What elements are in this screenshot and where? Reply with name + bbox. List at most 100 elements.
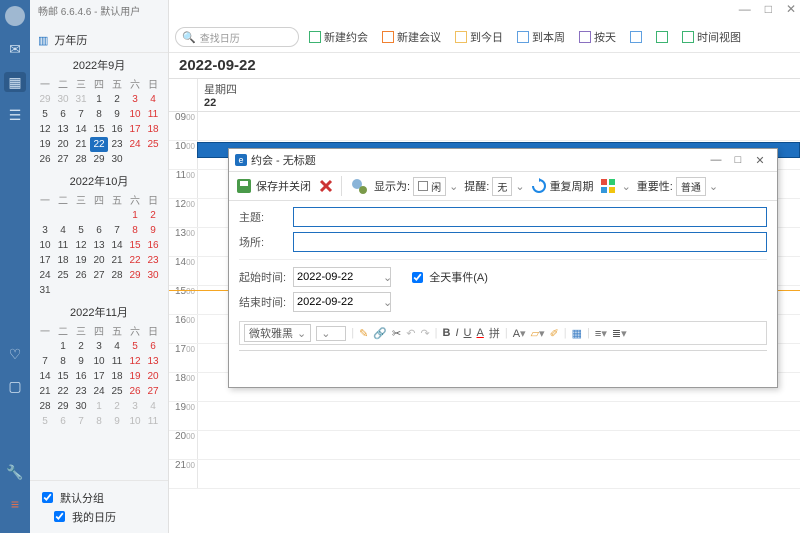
calendar-day[interactable] — [144, 283, 162, 298]
undo-icon[interactable]: ↶ — [406, 327, 415, 340]
calendar-day[interactable]: 20 — [54, 137, 72, 152]
calendar-day[interactable]: 24 — [36, 268, 54, 283]
calendar-day[interactable]: 7 — [36, 354, 54, 369]
calendar-day[interactable]: 6 — [54, 107, 72, 122]
calendar-day[interactable]: 28 — [36, 399, 54, 414]
calendar-day[interactable]: 17 — [90, 369, 108, 384]
calendar-day[interactable]: 31 — [36, 283, 54, 298]
recurrence-button[interactable]: 重复周期 — [531, 178, 594, 194]
view-icon-1[interactable] — [626, 31, 646, 43]
start-date-input[interactable] — [293, 267, 391, 287]
calendar-day[interactable]: 1 — [90, 92, 108, 107]
calendar-day[interactable]: 14 — [108, 238, 126, 253]
search-input[interactable]: 🔍 查找日历 — [175, 27, 299, 47]
calendar-day[interactable]: 18 — [144, 122, 162, 137]
group-mycal[interactable]: 我的日历 — [38, 508, 160, 525]
font-select[interactable]: 微软雅黑 ⌄ — [244, 324, 311, 342]
calendar-day[interactable]: 6 — [144, 339, 162, 354]
window-close[interactable]: ✕ — [786, 2, 796, 16]
calendar-day[interactable]: 20 — [90, 253, 108, 268]
clear-format-button[interactable]: ✐ — [550, 327, 559, 340]
calendar-day[interactable]: 26 — [72, 268, 90, 283]
calendar-day[interactable]: 9 — [144, 223, 162, 238]
calendar-day[interactable]: 3 — [36, 223, 54, 238]
dropdown-icon[interactable]: ⌄ — [383, 271, 392, 284]
calendar-day[interactable]: 9 — [108, 107, 126, 122]
calendar-day[interactable]: 28 — [72, 152, 90, 167]
calendar-day[interactable] — [126, 152, 144, 167]
calendar-day[interactable]: 28 — [108, 268, 126, 283]
avatar-icon[interactable] — [5, 6, 25, 26]
calendar-day[interactable]: 18 — [108, 369, 126, 384]
calendar-day[interactable]: 10 — [126, 414, 144, 429]
by-day-button[interactable]: 按天 — [575, 29, 620, 45]
calendar-day[interactable]: 24 — [126, 137, 144, 152]
dropdown-icon[interactable]: ⌄ — [383, 296, 392, 309]
calendar-day[interactable]: 4 — [144, 92, 162, 107]
dropdown-icon[interactable]: ⌄ — [449, 180, 458, 193]
calendar-day[interactable]: 22 — [126, 253, 144, 268]
window-min[interactable]: — — [739, 2, 751, 16]
editor-body[interactable] — [239, 350, 767, 351]
bulb-icon[interactable]: ♡ — [6, 345, 24, 363]
calendar-day[interactable]: 11 — [144, 107, 162, 122]
brush-icon[interactable]: ✎ — [359, 327, 368, 340]
calendar-day[interactable]: 15 — [90, 122, 108, 137]
calendar-day[interactable]: 12 — [72, 238, 90, 253]
align-button[interactable]: ≡▾ — [595, 327, 607, 340]
calendar-day[interactable] — [36, 208, 54, 223]
calendar-day[interactable]: 27 — [54, 152, 72, 167]
time-view-button[interactable]: 时间视图 — [678, 29, 745, 45]
calendar-day[interactable]: 25 — [54, 268, 72, 283]
delete-icon[interactable] — [317, 177, 335, 195]
calendar-day[interactable]: 9 — [72, 354, 90, 369]
calendar-day[interactable]: 14 — [36, 369, 54, 384]
grid-icon[interactable]: ▢ — [6, 377, 24, 395]
all-day-checkbox[interactable]: 全天事件(A) — [408, 269, 488, 286]
calendar-day[interactable] — [144, 152, 162, 167]
calendar-day[interactable]: 24 — [90, 384, 108, 399]
mail-icon[interactable]: ✉ — [6, 40, 24, 58]
calendar-day[interactable]: 15 — [54, 369, 72, 384]
calendar-day[interactable] — [108, 283, 126, 298]
group-default-check[interactable] — [42, 492, 53, 503]
calendar-day[interactable]: 11 — [54, 238, 72, 253]
calendar-day[interactable] — [90, 208, 108, 223]
calendar-day[interactable]: 9 — [108, 414, 126, 429]
calendar-day[interactable]: 5 — [36, 107, 54, 122]
window-max[interactable]: □ — [765, 2, 772, 16]
calendar-day[interactable]: 11 — [108, 354, 126, 369]
calendar-day[interactable]: 8 — [90, 107, 108, 122]
time-slot[interactable] — [198, 460, 800, 488]
calendar-day[interactable]: 11 — [144, 414, 162, 429]
view-icon-2[interactable] — [652, 31, 672, 43]
calendar-day[interactable]: 7 — [72, 414, 90, 429]
calendar-day[interactable]: 19 — [72, 253, 90, 268]
calendar-day[interactable]: 2 — [108, 399, 126, 414]
calendar-day[interactable]: 23 — [108, 137, 126, 152]
dialog-close[interactable]: ✕ — [749, 154, 771, 167]
calendar-day[interactable]: 23 — [144, 253, 162, 268]
calendar-day[interactable]: 3 — [90, 339, 108, 354]
calendar-day[interactable]: 12 — [36, 122, 54, 137]
calendar-day[interactable]: 20 — [144, 369, 162, 384]
location-input[interactable] — [293, 232, 767, 252]
calendar-day[interactable]: 21 — [36, 384, 54, 399]
calendar-day[interactable]: 3 — [126, 92, 144, 107]
attach-icon[interactable]: 🔗 — [373, 327, 387, 340]
calendar-day[interactable]: 8 — [126, 223, 144, 238]
calendar-day[interactable]: 6 — [54, 414, 72, 429]
category-icon[interactable] — [600, 178, 616, 194]
calendar-day[interactable]: 26 — [36, 152, 54, 167]
calendar-day[interactable] — [36, 339, 54, 354]
show-as-select[interactable]: 闲 — [413, 177, 446, 196]
calendar-day[interactable]: 13 — [144, 354, 162, 369]
calendar-day[interactable]: 30 — [72, 399, 90, 414]
calendar-day[interactable]: 31 — [72, 92, 90, 107]
calendar-day[interactable] — [90, 283, 108, 298]
calendar-day[interactable]: 30 — [54, 92, 72, 107]
calendar-day[interactable] — [126, 283, 144, 298]
calendar-day[interactable]: 10 — [90, 354, 108, 369]
calendar-day[interactable]: 26 — [126, 384, 144, 399]
group-mycal-check[interactable] — [54, 511, 65, 522]
